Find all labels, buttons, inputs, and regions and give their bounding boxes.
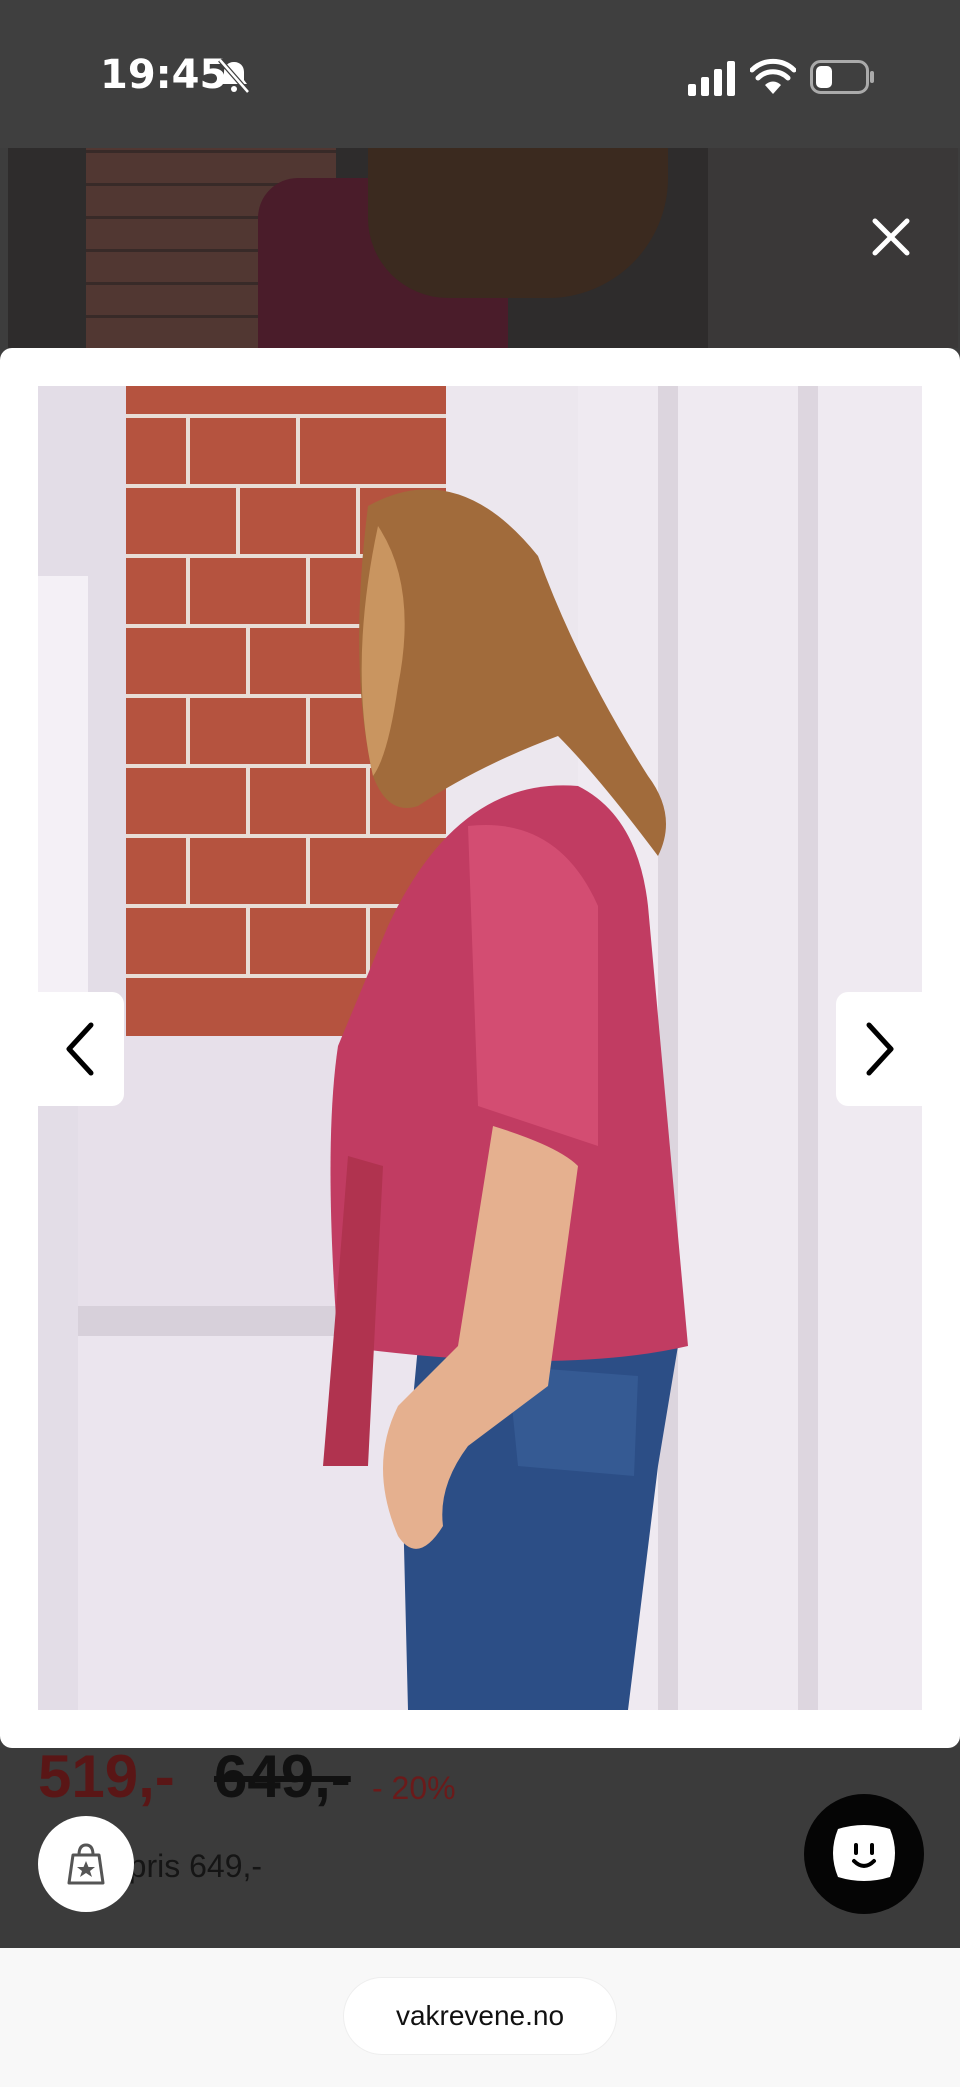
sale-price: 519,-	[38, 1743, 175, 1810]
chevron-right-icon	[866, 1022, 894, 1076]
product-photo	[38, 386, 922, 1710]
image-lightbox	[0, 348, 960, 1748]
address-bar[interactable]: vakrevene.no	[344, 1978, 616, 2054]
chat-widget-button[interactable]	[804, 1794, 924, 1914]
close-icon[interactable]	[866, 212, 916, 262]
wifi-icon	[750, 58, 796, 94]
battery-icon	[810, 60, 874, 94]
next-image-button[interactable]	[836, 992, 922, 1106]
product-photo-illustration	[38, 386, 922, 1710]
status-bar: 19:45	[0, 0, 960, 148]
cut-off-text-row	[38, 1934, 938, 1948]
chat-smiley-icon	[833, 1825, 895, 1881]
bell-muted-icon	[218, 58, 250, 94]
background-product-image	[8, 148, 958, 348]
chevron-left-icon	[66, 1022, 94, 1076]
regular-price-text: rpris 649,-	[118, 1848, 263, 1884]
wishlist-button[interactable]	[38, 1816, 134, 1912]
status-time: 19:45	[100, 52, 228, 98]
original-price: 649,-	[214, 1743, 351, 1810]
cellular-signal-icon	[688, 61, 735, 96]
shopping-bag-star-icon	[67, 1843, 105, 1885]
previous-image-button[interactable]	[38, 992, 124, 1106]
discount-badge: - 20%	[372, 1770, 456, 1806]
